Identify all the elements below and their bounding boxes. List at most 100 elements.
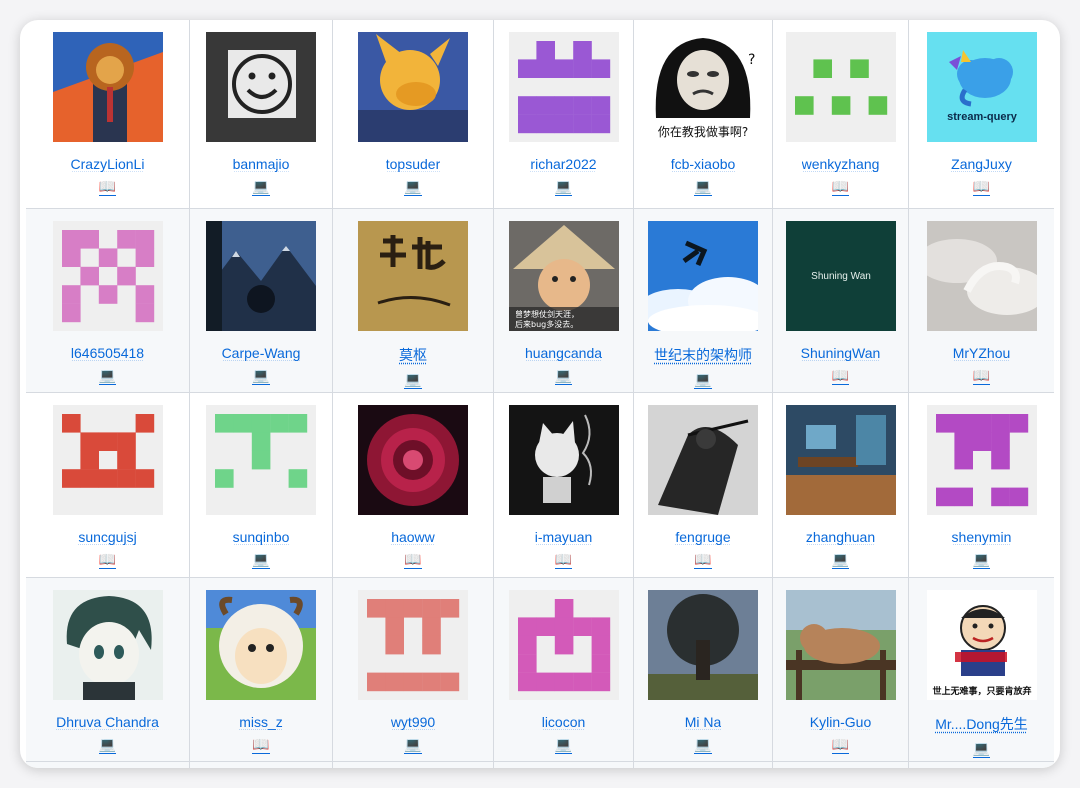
avatar-link[interactable] bbox=[648, 221, 758, 331]
laptop-icon[interactable]: 💻 bbox=[972, 551, 991, 569]
contributor-name-link[interactable]: fengruge bbox=[675, 529, 730, 545]
laptop-icon[interactable]: 💻 bbox=[252, 551, 270, 569]
laptop-icon[interactable]: 💻 bbox=[404, 736, 422, 754]
laptop-icon[interactable]: 💻 bbox=[694, 178, 712, 196]
laptop-icon[interactable]: 💻 bbox=[252, 367, 270, 385]
avatar-link[interactable] bbox=[358, 405, 468, 515]
book-icon[interactable]: 📖 bbox=[972, 178, 991, 196]
contributor-name-link[interactable]: Carpe-Wang bbox=[222, 345, 301, 361]
contributor-name-link[interactable]: 莫枢 bbox=[399, 345, 427, 365]
contributors-table: CrazyLionLi 📖 banmajio 💻 topsuder 💻 richar2022… bbox=[20, 20, 1060, 768]
avatar-link[interactable] bbox=[206, 32, 316, 142]
book-icon[interactable]: 📖 bbox=[404, 551, 422, 569]
contributor-cell bbox=[333, 762, 494, 768]
contributor-name-link[interactable]: huangcanda bbox=[525, 345, 602, 361]
laptop-icon[interactable]: 💻 bbox=[694, 371, 712, 389]
laptop-icon[interactable]: 💻 bbox=[554, 367, 573, 385]
laptop-icon[interactable]: 💻 bbox=[98, 367, 117, 385]
contributor-cell: CrazyLionLi 📖 bbox=[26, 20, 190, 209]
avatar-link[interactable]: Shuning Wan bbox=[785, 221, 896, 331]
sheep-cartoon-avatar bbox=[206, 590, 316, 700]
contributor-cell: fengruge 📖 bbox=[634, 393, 773, 578]
contributor-cell: l646505418 💻 bbox=[26, 209, 190, 393]
avatar-link[interactable] bbox=[52, 32, 163, 142]
book-icon[interactable]: 📖 bbox=[554, 551, 573, 569]
contributor-name-link[interactable]: wyt990 bbox=[391, 714, 435, 730]
book-icon[interactable]: 📖 bbox=[972, 367, 991, 385]
book-icon[interactable]: 📖 bbox=[252, 736, 270, 754]
contributor-cell: zhanghuan 💻 bbox=[773, 393, 909, 578]
avatar-link[interactable] bbox=[358, 221, 468, 331]
laptop-icon[interactable]: 💻 bbox=[694, 736, 712, 754]
laptop-icon[interactable]: 💻 bbox=[554, 736, 573, 754]
contributor-cell: MrYZhou 📖 bbox=[909, 209, 1054, 393]
avatar-link[interactable] bbox=[926, 221, 1037, 331]
avatar-link[interactable] bbox=[785, 32, 896, 142]
laptop-icon[interactable]: 💻 bbox=[404, 178, 422, 196]
contributor-name-link[interactable]: fcb-xiaobo bbox=[671, 156, 736, 172]
book-icon[interactable]: 📖 bbox=[831, 178, 850, 196]
book-icon[interactable]: 📖 bbox=[98, 551, 117, 569]
contributor-name-link[interactable]: MrYZhou bbox=[953, 345, 1011, 361]
laptop-icon[interactable]: 💻 bbox=[554, 178, 573, 196]
laptop-icon[interactable]: 💻 bbox=[831, 551, 850, 569]
book-icon[interactable]: 📖 bbox=[694, 551, 712, 569]
avatar-link[interactable] bbox=[358, 590, 468, 700]
contributor-name-link[interactable]: suncgujsj bbox=[78, 529, 136, 545]
avatar-link[interactable] bbox=[206, 221, 316, 331]
avatar-link[interactable]: stream-query bbox=[926, 32, 1037, 142]
contributor-name-link[interactable]: haoww bbox=[391, 529, 435, 545]
avatar-link[interactable] bbox=[358, 32, 468, 142]
contributor-name-link[interactable]: Dhruva Chandra bbox=[56, 714, 159, 730]
contributor-name-link[interactable]: l646505418 bbox=[71, 345, 144, 361]
contributor-name-link[interactable]: Kylin-Guo bbox=[810, 714, 871, 730]
avatar-link[interactable] bbox=[52, 221, 163, 331]
svg-text:?: ? bbox=[748, 52, 755, 68]
avatar-link[interactable] bbox=[508, 405, 619, 515]
avatar-link[interactable] bbox=[785, 405, 896, 515]
contributor-name-link[interactable]: CrazyLionLi bbox=[71, 156, 145, 172]
avatar-link[interactable] bbox=[648, 590, 758, 700]
contributor-name-link[interactable]: banmajio bbox=[233, 156, 290, 172]
contributor-name-link[interactable]: 世纪末的架构师 bbox=[654, 345, 752, 365]
contributor-cell: banmajio 💻 bbox=[190, 20, 333, 209]
avatar-link[interactable] bbox=[508, 590, 619, 700]
ink-warrior-avatar bbox=[648, 405, 758, 515]
avatar-link[interactable] bbox=[926, 405, 1037, 515]
cloud-horse-avatar bbox=[926, 221, 1037, 331]
contributor-name-link[interactable]: Mr....Dong先生 bbox=[935, 714, 1028, 734]
avatar-link[interactable] bbox=[52, 590, 163, 700]
contributor-name-link[interactable]: ZangJuxy bbox=[951, 156, 1012, 172]
laptop-icon[interactable]: 💻 bbox=[972, 740, 991, 758]
smiley-photo-avatar bbox=[206, 32, 316, 142]
contributor-name-link[interactable]: zhanghuan bbox=[806, 529, 875, 545]
avatar-link[interactable] bbox=[508, 32, 619, 142]
contributor-name-link[interactable]: topsuder bbox=[386, 156, 440, 172]
avatar-link[interactable]: 曾梦想仗剑天涯， 后来bug多没去。 bbox=[508, 221, 619, 331]
laptop-icon[interactable]: 💻 bbox=[98, 736, 117, 754]
contributor-name-link[interactable]: licocon bbox=[542, 714, 586, 730]
contributor-name-link[interactable]: ShuningWan bbox=[801, 345, 881, 361]
contributor-name-link[interactable]: Mi Na bbox=[685, 714, 722, 730]
avatar-link[interactable]: 世上无难事，只要肯放弃 bbox=[926, 590, 1037, 700]
contributor-name-link[interactable]: shenymin bbox=[952, 529, 1012, 545]
avatar-link[interactable] bbox=[52, 405, 163, 515]
book-icon[interactable]: 📖 bbox=[98, 178, 117, 196]
contributor-name-link[interactable]: wenkyzhang bbox=[802, 156, 880, 172]
avatar-link[interactable]: ? 你在教我做事啊? bbox=[648, 32, 758, 142]
avatar-link[interactable] bbox=[648, 405, 758, 515]
contributor-name-link[interactable]: sunqinbo bbox=[233, 529, 290, 545]
dark-cat-avatar bbox=[508, 405, 619, 515]
text-tile-avatar: Shuning Wan bbox=[785, 221, 896, 331]
book-icon[interactable]: 📖 bbox=[831, 367, 850, 385]
contributor-name-link[interactable]: richar2022 bbox=[530, 156, 596, 172]
laptop-icon[interactable]: 💻 bbox=[252, 178, 270, 196]
contributor-cell: haoww 📖 bbox=[333, 393, 494, 578]
book-icon[interactable]: 📖 bbox=[831, 736, 850, 754]
contributor-name-link[interactable]: i-mayuan bbox=[535, 529, 593, 545]
laptop-icon[interactable]: 💻 bbox=[404, 371, 422, 389]
avatar-link[interactable] bbox=[785, 590, 896, 700]
contributor-name-link[interactable]: miss_z bbox=[239, 714, 283, 730]
avatar-link[interactable] bbox=[206, 590, 316, 700]
avatar-link[interactable] bbox=[206, 405, 316, 515]
